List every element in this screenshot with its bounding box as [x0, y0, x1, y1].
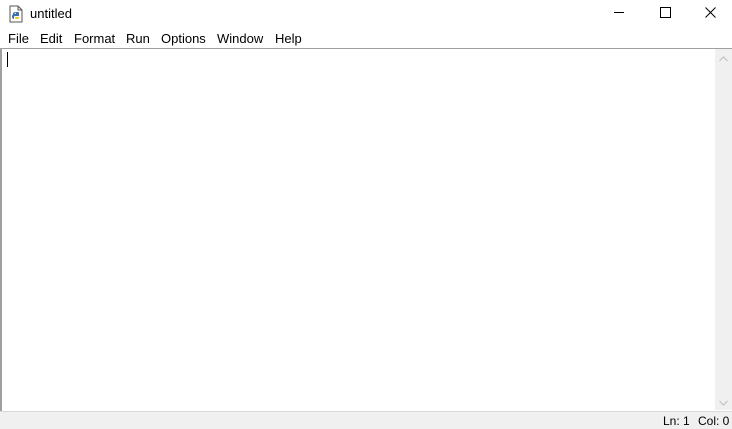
- scroll-up-button[interactable]: [715, 49, 732, 66]
- minimize-icon: [613, 5, 625, 23]
- idle-editor-window: untitled File Edit Format Run Options Wi…: [0, 0, 732, 429]
- column-indicator: Col: 0: [698, 414, 730, 428]
- window-title: untitled: [30, 6, 72, 21]
- status-bar: Ln: 1 Col: 0: [0, 411, 732, 429]
- line-indicator: Ln: 1: [663, 414, 690, 428]
- minimize-button[interactable]: [596, 0, 642, 28]
- menu-file[interactable]: File: [8, 31, 29, 46]
- scroll-up-arrow-icon: [719, 49, 728, 67]
- menu-help[interactable]: Help: [275, 31, 302, 46]
- scroll-down-arrow-icon: [719, 393, 728, 411]
- title-bar[interactable]: untitled: [0, 0, 732, 28]
- code-editor[interactable]: [2, 49, 715, 410]
- vertical-scrollbar[interactable]: [715, 49, 732, 410]
- close-button[interactable]: [687, 0, 732, 28]
- menu-window[interactable]: Window: [217, 31, 263, 46]
- scroll-down-button[interactable]: [715, 393, 732, 410]
- menu-bar: File Edit Format Run Options Window Help: [0, 28, 732, 48]
- maximize-button[interactable]: [642, 0, 688, 28]
- close-icon: [704, 5, 716, 23]
- menu-options[interactable]: Options: [161, 31, 206, 46]
- menu-edit[interactable]: Edit: [40, 31, 62, 46]
- menu-format[interactable]: Format: [74, 31, 115, 46]
- menu-run[interactable]: Run: [126, 31, 150, 46]
- maximize-icon: [659, 5, 671, 23]
- python-file-icon: [8, 5, 25, 23]
- text-cursor: [7, 52, 8, 67]
